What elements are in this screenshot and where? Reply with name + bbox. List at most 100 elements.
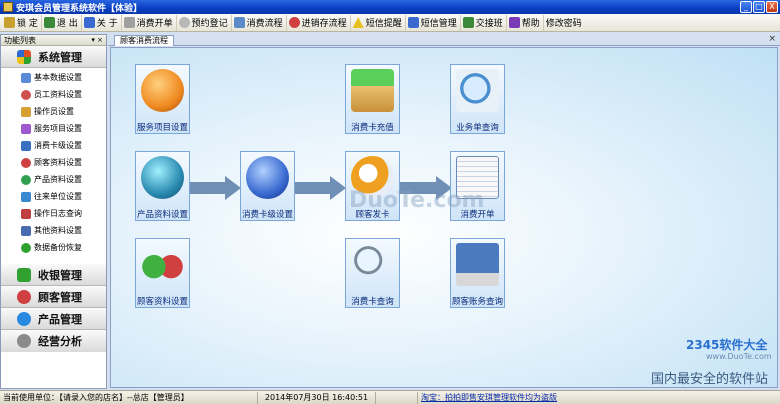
tab-close-button[interactable]: × (768, 34, 776, 44)
about-button[interactable]: 关 于 (82, 14, 122, 31)
cash-icon (17, 267, 31, 282)
corner-url: www.DuoTe.com (706, 352, 772, 361)
lock-icon (4, 17, 15, 28)
tile-account-search[interactable]: 顾客账务查询 (450, 238, 505, 308)
sub-item-staff[interactable]: 员工资料设置 (1, 86, 106, 103)
window-title: 安琪会员管理系统软件【体验】 (16, 3, 143, 14)
flow-arrow-1 (189, 176, 241, 200)
sub-item-basic-data[interactable]: 基本数据设置 (1, 69, 106, 86)
tab-bar: 顾客消费流程 × (108, 34, 780, 46)
help-button[interactable]: 帮助 (507, 14, 544, 31)
sub-item-customer[interactable]: 顾客资料设置 (1, 154, 106, 171)
group-system[interactable]: 系统管理 (1, 46, 106, 68)
status-link-cell: 淘宝：拍拍即售安琪管理软件均为盗版 (418, 392, 628, 404)
piracy-notice-link[interactable]: 淘宝：拍拍即售安琪管理软件均为盗版 (421, 393, 557, 402)
tile-customer-setup[interactable]: 顾客资料设置 (135, 238, 190, 308)
status-spacer (376, 391, 418, 404)
sms-reminder-button[interactable]: 短信提醒 (351, 14, 406, 31)
status-datetime: 2014年07月30日 16:40:51 (258, 391, 376, 404)
flow-icon (233, 17, 245, 28)
app-window: 安琪会员管理系统软件【体验】 _ □ X 锁 定 退 出 关 于 消费开单 预约… (0, 0, 780, 404)
exit-button[interactable]: 退 出 (42, 14, 82, 31)
sub-item-card-level[interactable]: 消费卡级设置 (1, 137, 106, 154)
sub-item-backup[interactable]: 数据备份恢复 (1, 239, 106, 256)
help-icon (508, 17, 520, 28)
panel-pin-button[interactable]: ▾ × (91, 35, 103, 46)
warning-icon (352, 17, 364, 28)
order-icon (123, 17, 135, 28)
booking-button[interactable]: 预约登记 (177, 14, 232, 31)
tile-product-setup[interactable]: 产品资料设置 (135, 151, 190, 221)
order-search-icon (456, 69, 499, 112)
backup-icon (21, 242, 31, 253)
center-watermark: DuoTe.com (349, 188, 485, 213)
customer-icon (17, 289, 31, 304)
tile-card-search[interactable]: 消费卡查询 (345, 238, 400, 308)
status-unit: 当前使用单位：【请录入您的店名】--总店【管理员】 (0, 391, 258, 404)
app-icon (3, 2, 13, 12)
tile-order-search[interactable]: 业务单查询 (450, 64, 505, 134)
sub-item-other[interactable]: 其他资料设置 (1, 222, 106, 239)
settings-icon (21, 72, 31, 83)
card-search-icon (351, 243, 394, 286)
partner-icon (21, 191, 31, 202)
consume-flow-button[interactable]: 消费流程 (232, 14, 287, 31)
flow-arrow-2 (294, 176, 346, 200)
service-setup-icon (141, 69, 184, 112)
tile-service-setup[interactable]: 服务项目设置 (135, 64, 190, 134)
group-cashier[interactable]: 收银管理 (1, 264, 106, 286)
corner-brand: 2345软件大全 (686, 338, 768, 352)
panel-header: 功能列表 ▾ × (1, 35, 106, 46)
other-icon (21, 225, 31, 236)
sub-item-operator[interactable]: 操作员设置 (1, 103, 106, 120)
tab-consume-flow[interactable]: 顾客消费流程 (114, 35, 174, 46)
service-icon (21, 123, 31, 134)
tile-card-level[interactable]: 消费卡级设置 (240, 151, 295, 221)
consume-order-button[interactable]: 消费开单 (122, 14, 177, 31)
card-icon (21, 140, 31, 151)
stock-flow-button[interactable]: 进销存流程 (287, 14, 351, 31)
group-product[interactable]: 产品管理 (1, 308, 106, 330)
sms-icon (407, 17, 419, 28)
sub-item-service[interactable]: 服务项目设置 (1, 120, 106, 137)
handover-button[interactable]: 交接班 (461, 14, 507, 31)
function-list-panel: 功能列表 ▾ × 系统管理 基本数据设置 员工资料设置 操作员设置 服务项目设置… (0, 34, 107, 389)
card-recharge-icon (351, 69, 394, 112)
group-customer[interactable]: 顾客管理 (1, 286, 106, 308)
log-icon (21, 208, 31, 219)
toolbar: 锁 定 退 出 关 于 消费开单 预约登记 消费流程 进销存流程 短信提醒 短信… (0, 14, 780, 32)
close-button[interactable]: X (766, 1, 778, 13)
exit-icon (43, 17, 55, 28)
info-icon (83, 17, 95, 28)
maximize-button[interactable]: □ (753, 1, 765, 13)
sms-manage-button[interactable]: 短信管理 (406, 14, 461, 31)
tile-card-recharge[interactable]: 消费卡充值 (345, 64, 400, 134)
handover-icon (462, 17, 474, 28)
stock-icon (288, 17, 300, 28)
change-password-button[interactable]: 修改密码 (544, 15, 585, 31)
minimize-button[interactable]: _ (740, 1, 752, 13)
title-bar: 安琪会员管理系统软件【体验】 _ □ X (0, 0, 780, 14)
windows-icon (17, 49, 31, 64)
booking-icon (178, 17, 190, 28)
product-icon (21, 174, 31, 185)
group-analysis[interactable]: 经营分析 (1, 330, 106, 352)
sub-item-log[interactable]: 操作日志查询 (1, 205, 106, 222)
system-sub-list: 基本数据设置 员工资料设置 操作员设置 服务项目设置 消费卡级设置 顾客资料设置… (1, 68, 106, 264)
card-level-icon (246, 156, 289, 199)
window-controls: _ □ X (740, 1, 778, 13)
sub-item-product[interactable]: 产品资料设置 (1, 171, 106, 188)
flow-canvas: 服务项目设置 消费卡充值 业务单查询 产品资料设置 消费卡级设置 顾客发卡 消费… (110, 47, 778, 388)
customer-icon (21, 157, 31, 168)
staff-icon (21, 89, 31, 100)
product-setup-icon (141, 156, 184, 199)
analysis-icon (17, 334, 31, 348)
account-search-icon (456, 243, 499, 286)
sub-item-partner[interactable]: 往来单位设置 (1, 188, 106, 205)
lock-button[interactable]: 锁 定 (2, 14, 42, 31)
corner-slogan: 国内最安全的软件站 (651, 372, 769, 387)
customer-setup-icon (141, 243, 184, 286)
operator-icon (21, 106, 31, 117)
product-icon (17, 311, 31, 326)
status-bar: 当前使用单位：【请录入您的店名】--总店【管理员】 2014年07月30日 16… (0, 390, 780, 404)
